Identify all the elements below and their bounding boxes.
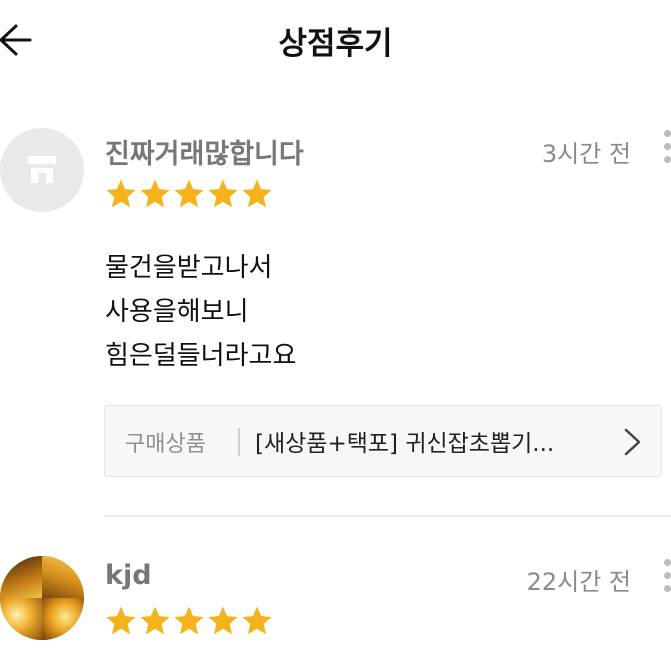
divider: [238, 428, 240, 456]
reviewer-name[interactable]: 진짜거래많합니다: [105, 132, 304, 171]
star-icon: [106, 606, 136, 635]
more-options-button[interactable]: [661, 130, 671, 166]
star-icon: [208, 179, 238, 208]
star-icon: [174, 606, 204, 635]
star-icon: [106, 179, 136, 208]
product-prefix-label: 구매상품: [125, 432, 206, 457]
reviewer-name[interactable]: kjd: [105, 560, 152, 591]
avatar-photo-segment: [42, 556, 84, 598]
star-icon: [208, 606, 238, 635]
avatar-photo-segment: [0, 556, 42, 598]
star-rating: [104, 177, 274, 213]
avatar-photo-segment: [0, 598, 42, 640]
star-icon: [140, 606, 170, 635]
page-title: 상점후기: [278, 26, 393, 62]
star-rating: [104, 604, 274, 640]
review-text-line: 힘은덜들너라고요: [105, 341, 297, 371]
star-icon: [242, 606, 272, 635]
avatar[interactable]: [0, 556, 84, 640]
star-icon: [140, 179, 170, 208]
purchased-product-link[interactable]: 구매상품 [새상품+택포] 귀신잡초뽑기...: [104, 405, 662, 477]
star-icon: [242, 179, 272, 208]
store-icon: [27, 156, 57, 183]
avatar-photo-segment: [42, 598, 84, 640]
review-time: 3시간 전: [541, 140, 631, 168]
chevron-right-icon: [624, 428, 641, 456]
review-text: 물건을받고나서 사용을해보니 힘은덜들너라고요: [105, 246, 296, 378]
avatar[interactable]: [0, 128, 84, 212]
more-options-button[interactable]: [661, 559, 671, 595]
header: 상점후기: [0, 0, 671, 80]
review-text-line: 사용을해보니: [105, 297, 249, 327]
divider: [104, 515, 671, 517]
review-time: 22시간 전: [526, 568, 631, 596]
star-icon: [174, 179, 204, 208]
review-text-line: 물건을받고나서: [105, 253, 273, 283]
product-name: [새상품+택포] 귀신잡초뽑기...: [255, 431, 555, 457]
